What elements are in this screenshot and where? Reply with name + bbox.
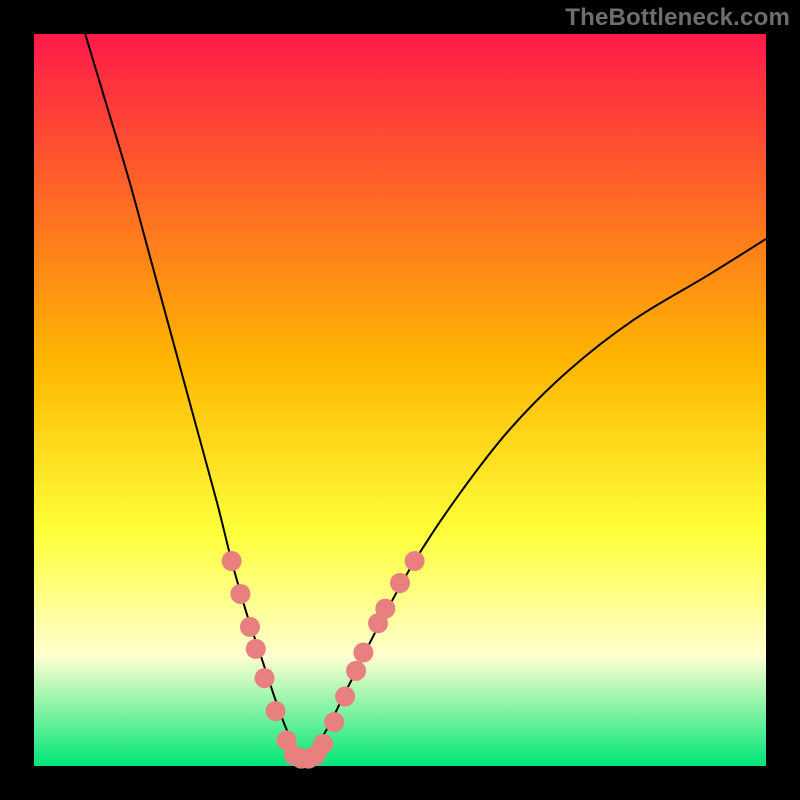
highlight-dot: [240, 617, 260, 637]
bottleneck-chart: [0, 0, 800, 800]
plot-background: [34, 34, 766, 766]
highlight-dot: [375, 599, 395, 619]
highlight-dot: [313, 734, 333, 754]
highlight-dot: [266, 701, 286, 721]
highlight-dot: [246, 639, 266, 659]
highlight-dot: [255, 668, 275, 688]
highlight-dot: [390, 573, 410, 593]
highlight-dot: [335, 686, 355, 706]
highlight-dot: [346, 661, 366, 681]
highlight-dot: [324, 712, 344, 732]
watermark-text: TheBottleneck.com: [565, 4, 790, 32]
highlight-dot: [405, 551, 425, 571]
highlight-dot: [353, 643, 373, 663]
chart-frame: TheBottleneck.com: [0, 0, 800, 800]
highlight-dot: [230, 584, 250, 604]
highlight-dot: [222, 551, 242, 571]
